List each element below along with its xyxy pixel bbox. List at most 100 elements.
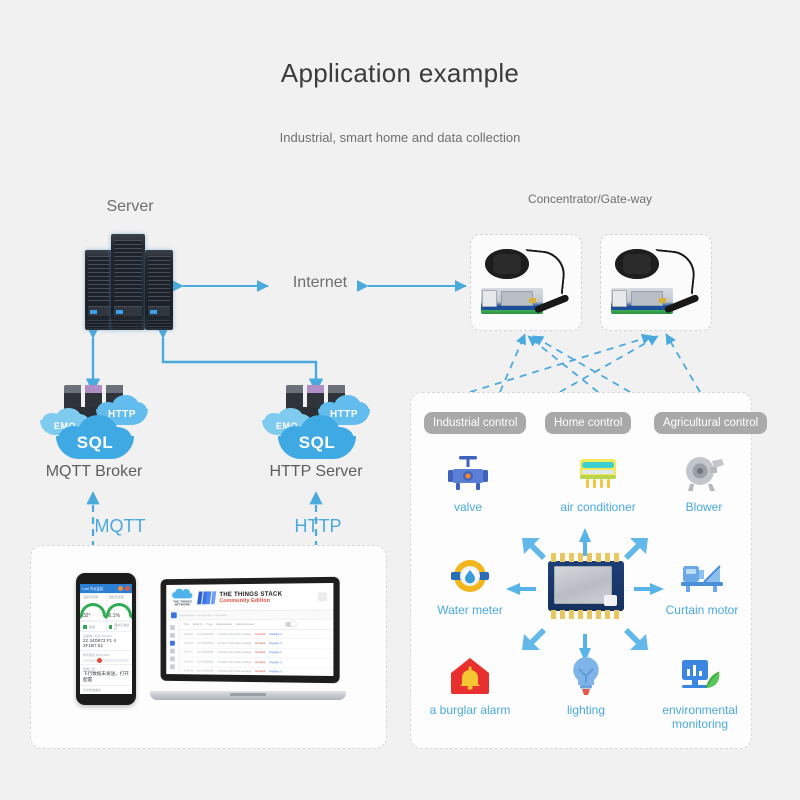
device-label: valve xyxy=(453,500,482,514)
lorawan-gateway-icon xyxy=(471,235,581,330)
gateway-label: Concentrator/Gate-way xyxy=(527,192,653,206)
phone-data-row[interactable]: 信号强度 RSSI dBm xyxy=(80,651,132,665)
phone-data-row[interactable]: 设备唯一标识 DevEUI 22 34D873 F1 4 2F1B7 52 xyxy=(80,632,132,651)
device-water-meter[interactable]: Water meter xyxy=(418,553,522,617)
breadcrumb[interactable]: Applications > my-lora-app > Live data xyxy=(166,610,334,621)
phone-data-row[interactable]: 数据上报 下行数据未发送，打开配置 xyxy=(80,665,132,686)
device-environmental-monitoring[interactable]: environmental monitoring xyxy=(648,653,752,731)
server-rack-unit xyxy=(145,250,173,330)
column-header: Time xyxy=(183,623,190,627)
column-header: Type xyxy=(206,623,213,627)
laptop-mockup: THE THINGS NETWORK THE THINGS STACK Comm… xyxy=(150,576,346,700)
column-header: Verbose stream xyxy=(235,622,255,627)
menu-icon[interactable] xyxy=(317,591,328,601)
column-header: Data preview xyxy=(216,623,232,627)
device-air-conditioner[interactable]: air conditioner xyxy=(546,450,650,514)
server-rack-unit xyxy=(111,234,145,330)
water-meter-icon xyxy=(418,553,522,599)
column-header: Entity ID xyxy=(192,623,203,627)
sidebar-item[interactable] xyxy=(166,631,178,639)
phone-status-chips: 在线 网关正常运行 xyxy=(80,621,132,632)
sidebar-item[interactable] xyxy=(166,647,178,655)
lorawan-gateway-icon xyxy=(601,235,711,330)
sql-cloud-icon: SQL xyxy=(278,415,356,459)
gateway-card xyxy=(470,234,582,331)
sql-cloud-label: SQL xyxy=(76,433,114,452)
tts-title: THE THINGS STACK xyxy=(219,590,283,598)
phone-gauges: 温度传感器 32° 湿度传感器 6.1% xyxy=(80,593,132,621)
device-valve[interactable]: valve xyxy=(416,450,520,514)
table-row[interactable]: 11:24:31 eui-70b3d57ba Forward uplink da… xyxy=(179,630,334,640)
laptop-lid: THE THINGS NETWORK THE THINGS STACK Comm… xyxy=(160,576,340,684)
row-key: 信号强度 RSSI dBm xyxy=(83,653,110,657)
phone-header-action-icon[interactable] xyxy=(118,586,123,591)
phone-screen: Lora 节点监控 温度传感器 32° 湿度传感器 6.1% 在线 网关正常运行 xyxy=(80,584,132,694)
phone-header-action-icon[interactable] xyxy=(125,586,130,591)
valve-icon xyxy=(416,450,520,496)
breadcrumb-text: Applications > my-lora-app > Live data xyxy=(179,613,226,618)
row-key: 历史数据曲线 xyxy=(83,688,102,692)
page-title: Application example xyxy=(280,58,520,88)
smartphone-mockup: Lora 节点监控 温度传感器 32° 湿度传感器 6.1% 在线 网关正常运行 xyxy=(76,573,136,705)
tts-edition: Community Edition xyxy=(219,597,271,604)
device-burglar-alarm[interactable]: a burglar alarm xyxy=(418,653,522,717)
signal-slider[interactable] xyxy=(83,658,129,663)
gauge-caption: 温度传感器 xyxy=(83,595,99,599)
phone-data-row: 历史数据曲线 xyxy=(80,686,132,694)
things-stack-bars-icon xyxy=(197,590,216,604)
tts-sidebar xyxy=(166,620,180,677)
device-label: lighting xyxy=(566,703,606,717)
gauge-value: 6.1% xyxy=(108,613,120,619)
laptop-base xyxy=(150,691,346,700)
status-chip: 网关正常运行 xyxy=(106,622,131,631)
phone-app-title: Lora 节点监控 xyxy=(82,587,104,591)
device-label: Curtain motor xyxy=(665,603,739,617)
light-bulb-icon xyxy=(534,653,638,699)
device-label: air conditioner xyxy=(560,500,636,514)
sidebar-item[interactable] xyxy=(166,654,178,662)
diagram-canvas: Application example Industrial, smart ho… xyxy=(0,0,800,800)
gauge-caption: 湿度传感器 xyxy=(108,595,124,599)
table-header-row: Time Entity ID Type Data preview Verbose… xyxy=(179,619,334,630)
sidebar-item[interactable] xyxy=(166,623,178,631)
http-link-label: HTTP xyxy=(294,516,342,536)
internet-label: Internet xyxy=(292,274,348,291)
mqtt-broker-label: MQTT Broker xyxy=(45,463,143,480)
http-server-node: EMQ HTTP SQL HTTP Server xyxy=(262,385,370,480)
sidebar-item[interactable] xyxy=(166,662,178,670)
category-badge-home: Home control xyxy=(545,412,632,434)
category-badge-industrial: Industrial control xyxy=(424,412,527,434)
gauge-widget: 温度传感器 32° xyxy=(81,594,106,620)
device-label: Water meter xyxy=(437,603,503,617)
device-label: Blower xyxy=(685,500,723,514)
sidebar-item-active[interactable] xyxy=(166,639,178,647)
mqtt-link-label: MQTT xyxy=(94,516,146,536)
row-value: 22 34D873 F1 4 2F1B7 52 xyxy=(83,638,116,648)
live-data-table: Time Entity ID Type Data preview Verbose… xyxy=(179,619,334,677)
blower-icon xyxy=(652,450,756,496)
device-curtain-motor[interactable]: Curtain motor xyxy=(650,553,754,617)
gateway-card xyxy=(600,234,712,331)
device-lighting[interactable]: lighting xyxy=(534,653,638,717)
environment-monitor-icon xyxy=(648,653,752,699)
device-label: environmental monitoring xyxy=(662,703,738,731)
device-label: a burglar alarm xyxy=(429,703,511,717)
laptop-screen: THE THINGS NETWORK THE THINGS STACK Comm… xyxy=(166,582,334,677)
burglar-alarm-icon xyxy=(418,653,522,699)
device-blower[interactable]: Blower xyxy=(652,450,756,514)
phone-app-header: Lora 节点监控 xyxy=(80,584,132,593)
gauge-value: 32° xyxy=(83,613,91,619)
lora-module-icon xyxy=(548,553,624,619)
page-subtitle: Industrial, smart home and data collecti… xyxy=(279,130,521,145)
status-chip: 在线 xyxy=(81,622,106,631)
app-square-icon xyxy=(171,612,177,619)
mqtt-broker-node: EMQ HTTP SQL MQTT Broker xyxy=(40,385,148,480)
tts-header: THE THINGS NETWORK THE THINGS STACK Comm… xyxy=(166,582,334,612)
http-server-label: HTTP Server xyxy=(269,463,363,480)
row-value: 下行数据未发送，打开配置 xyxy=(83,671,129,682)
table-row[interactable]: 11:24:18 eui-70b3d57ba Forward uplink da… xyxy=(179,666,334,677)
gauge-widget: 湿度传感器 6.1% xyxy=(106,594,131,620)
server-label: Server xyxy=(106,198,154,215)
curtain-motor-icon xyxy=(650,553,754,599)
verbose-stream-toggle[interactable] xyxy=(285,621,297,627)
